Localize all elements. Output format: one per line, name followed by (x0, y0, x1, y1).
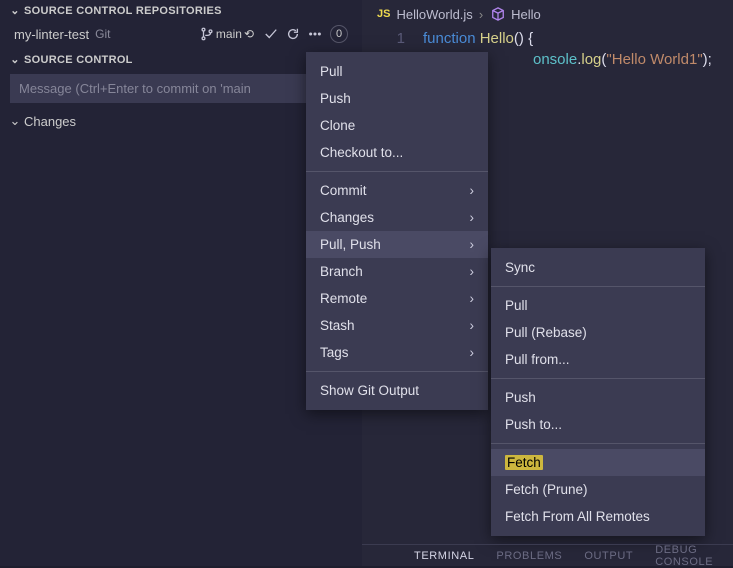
submenu-arrow-icon: › (470, 291, 475, 306)
submenu-item-sync[interactable]: Sync (491, 254, 705, 281)
more-actions-icon[interactable] (306, 25, 324, 43)
menu-separator (491, 443, 705, 444)
line-number: 1 (377, 30, 405, 47)
tab-helloworld[interactable]: JS HelloWorld.js (377, 7, 473, 22)
breadcrumb-symbol-label: Hello (511, 7, 541, 22)
chevron-down-icon: ⌄ (8, 113, 22, 129)
menu-item-remote[interactable]: Remote› (306, 285, 488, 312)
submenu-item-pull-from[interactable]: Pull from... (491, 346, 705, 373)
menu-separator (491, 286, 705, 287)
submenu-arrow-icon: › (470, 210, 475, 225)
branch-indicator[interactable]: main ⟲ (198, 25, 254, 43)
submenu-item-fetch-prune[interactable]: Fetch (Prune) (491, 476, 705, 503)
repo-name: my-linter-test (14, 27, 89, 42)
menu-item-show-git-output[interactable]: Show Git Output (306, 377, 488, 404)
menu-item-push[interactable]: Push (306, 85, 488, 112)
submenu-item-fetch-all[interactable]: Fetch From All Remotes (491, 503, 705, 530)
menu-item-changes[interactable]: Changes› (306, 204, 488, 231)
js-file-icon: JS (377, 8, 390, 20)
menu-separator (306, 371, 488, 372)
branch-sync-icon: ⟲ (244, 27, 254, 41)
panel-tab-output[interactable]: OUTPUT (584, 550, 633, 562)
repo-row[interactable]: my-linter-test Git main ⟲ 0 (0, 21, 362, 49)
submenu-arrow-icon: › (470, 318, 475, 333)
context-menu-main: Pull Push Clone Checkout to... Commit› C… (306, 52, 488, 410)
context-menu-pullpush: Sync Pull Pull (Rebase) Pull from... Pus… (491, 248, 705, 536)
menu-item-pull-push[interactable]: Pull, Push› (306, 231, 488, 258)
repositories-header[interactable]: ⌄ SOURCE CONTROL REPOSITORIES (0, 0, 362, 21)
breadcrumb-symbol[interactable]: Hello (489, 5, 541, 23)
menu-item-stash[interactable]: Stash› (306, 312, 488, 339)
menu-separator (306, 171, 488, 172)
changes-label: Changes (24, 114, 76, 129)
menu-item-commit[interactable]: Commit› (306, 177, 488, 204)
menu-item-checkout[interactable]: Checkout to... (306, 139, 488, 166)
changes-count-badge: 0 (330, 25, 348, 43)
code-line-1[interactable]: 1 function Hello() { (362, 28, 733, 49)
branch-icon (198, 25, 216, 43)
submenu-item-pull[interactable]: Pull (491, 292, 705, 319)
bottom-panel-tabs: TERMINAL PROBLEMS OUTPUT DEBUG CONSOLE (362, 544, 733, 566)
commit-message-input[interactable] (10, 74, 352, 103)
submenu-arrow-icon: › (470, 345, 475, 360)
submenu-item-push[interactable]: Push (491, 384, 705, 411)
commit-check-icon[interactable] (262, 25, 280, 43)
submenu-arrow-icon: › (470, 237, 475, 252)
module-icon (489, 5, 507, 23)
menu-item-tags[interactable]: Tags› (306, 339, 488, 366)
submenu-item-fetch[interactable]: Fetch (491, 449, 705, 476)
source-control-header-label: SOURCE CONTROL (24, 54, 133, 66)
repo-vcs: Git (95, 27, 110, 41)
panel-tab-debug-console[interactable]: DEBUG CONSOLE (655, 544, 713, 568)
tab-file-label: HelloWorld.js (396, 7, 472, 22)
menu-item-pull[interactable]: Pull (306, 58, 488, 85)
repositories-header-label: SOURCE CONTROL REPOSITORIES (24, 5, 222, 17)
menu-item-clone[interactable]: Clone (306, 112, 488, 139)
submenu-arrow-icon: › (470, 183, 475, 198)
chevron-down-icon: ⌄ (8, 4, 22, 17)
submenu-arrow-icon: › (470, 264, 475, 279)
submenu-item-push-to[interactable]: Push to... (491, 411, 705, 438)
submenu-item-pull-rebase[interactable]: Pull (Rebase) (491, 319, 705, 346)
refresh-icon[interactable] (284, 25, 302, 43)
menu-item-branch[interactable]: Branch› (306, 258, 488, 285)
commit-message-input-wrap (10, 74, 352, 103)
breadcrumb-separator: › (479, 7, 483, 22)
breadcrumb-bar: JS HelloWorld.js › Hello (362, 0, 733, 28)
panel-tab-problems[interactable]: PROBLEMS (496, 550, 562, 562)
chevron-down-icon: ⌄ (8, 53, 22, 66)
panel-tab-terminal[interactable]: TERMINAL (414, 550, 474, 562)
branch-name: main (216, 27, 242, 41)
menu-separator (491, 378, 705, 379)
